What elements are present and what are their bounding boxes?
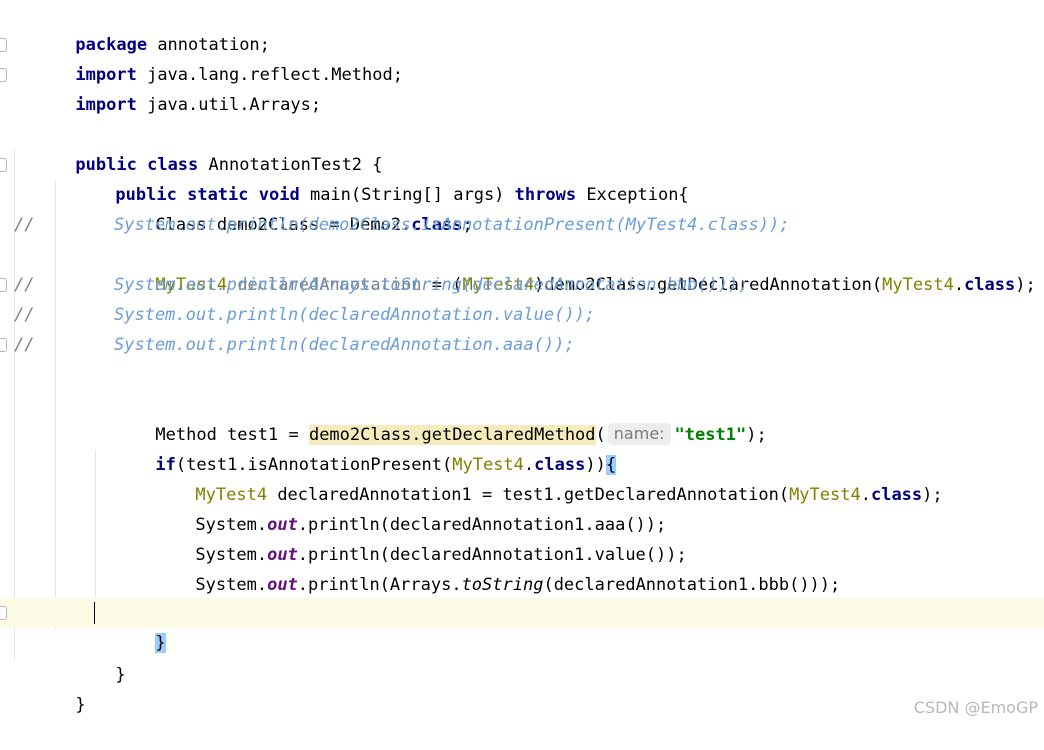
code-line-14[interactable]: Method test1 = demo2Class.getDeclaredMet… (0, 390, 1044, 445)
code-editor[interactable]: package annotation; import java.lang.ref… (0, 0, 1044, 723)
fold-marker-icon[interactable] (0, 606, 7, 620)
code-line-11[interactable]: // System.out.println(declaredAnnotation… (0, 300, 1044, 330)
code-line-19[interactable]: System.out.println(Arrays.toString(decla… (0, 540, 1044, 595)
code-line-17[interactable]: System.out.println(declaredAnnotation1.a… (0, 480, 1044, 535)
text-caret (94, 602, 95, 624)
comment-slashes: // (14, 275, 35, 295)
commented-code: System.out.println(demo2Class.isAnnotati… (114, 215, 790, 235)
commented-code: System.out.println(declaredAnnotation.va… (114, 305, 596, 325)
code-line-5[interactable]: public class AnnotationTest2 { (0, 120, 1044, 175)
commented-code: System.out.println(declaredAnnotation.aa… (114, 335, 575, 355)
code-line-3[interactable]: import java.util.Arrays; (0, 60, 1044, 115)
fold-marker-icon[interactable] (0, 38, 7, 52)
code-line-8[interactable]: // System.out.println(demo2Class.isAnnot… (0, 210, 1044, 240)
static-method: toString (461, 575, 544, 595)
code-line-9[interactable]: MyTest4 declaredAnnotation = (MyTest4)de… (0, 240, 1044, 295)
comment-slashes: // (14, 215, 35, 235)
code-line-15[interactable]: if(test1.isAnnotationPresent(MyTest4.cla… (0, 420, 1044, 475)
fold-marker-icon[interactable] (0, 278, 7, 292)
static-field: out (267, 575, 298, 595)
code-line-10[interactable]: // System.out.println(Arrays.toString(de… (0, 270, 1044, 300)
code-line-23[interactable]: } (0, 660, 1044, 715)
code-line-21-current[interactable]: } (0, 598, 1044, 653)
code-line-2[interactable]: import java.lang.reflect.Method; (0, 30, 1044, 85)
code-line-7[interactable]: Class demo2Class = Demo2.class; (0, 180, 1044, 235)
statement-end: (declaredAnnotation1.bbb())); (543, 575, 841, 595)
code-line-6[interactable]: public static void main(String[] args) t… (0, 150, 1044, 205)
code-line-16[interactable]: MyTest4 declaredAnnotation1 = test1.getD… (0, 450, 1044, 505)
comment-slashes: // (14, 335, 35, 355)
commented-code: System.out.println(Arrays.toString(decla… (114, 275, 749, 295)
class-close-brace: } (75, 695, 86, 715)
keyword-import: import (75, 95, 137, 115)
code-line-12[interactable]: // System.out.println(declaredAnnotation… (0, 330, 1044, 360)
fold-marker-icon[interactable] (0, 338, 7, 352)
fold-marker-icon[interactable] (0, 68, 7, 82)
code-line-22[interactable]: } (0, 630, 1044, 685)
statement-text: System. (195, 575, 268, 595)
method-call: .println(Arrays. (297, 575, 462, 595)
watermark: CSDN @EmoGP (913, 698, 1038, 717)
code-line-18[interactable]: System.out.println(declaredAnnotation1.v… (0, 510, 1044, 565)
code-line-1[interactable]: package annotation; (0, 0, 1044, 55)
fold-marker-icon[interactable] (0, 158, 7, 172)
import-path: java.util.Arrays; (136, 95, 322, 115)
comment-slashes: // (14, 305, 35, 325)
